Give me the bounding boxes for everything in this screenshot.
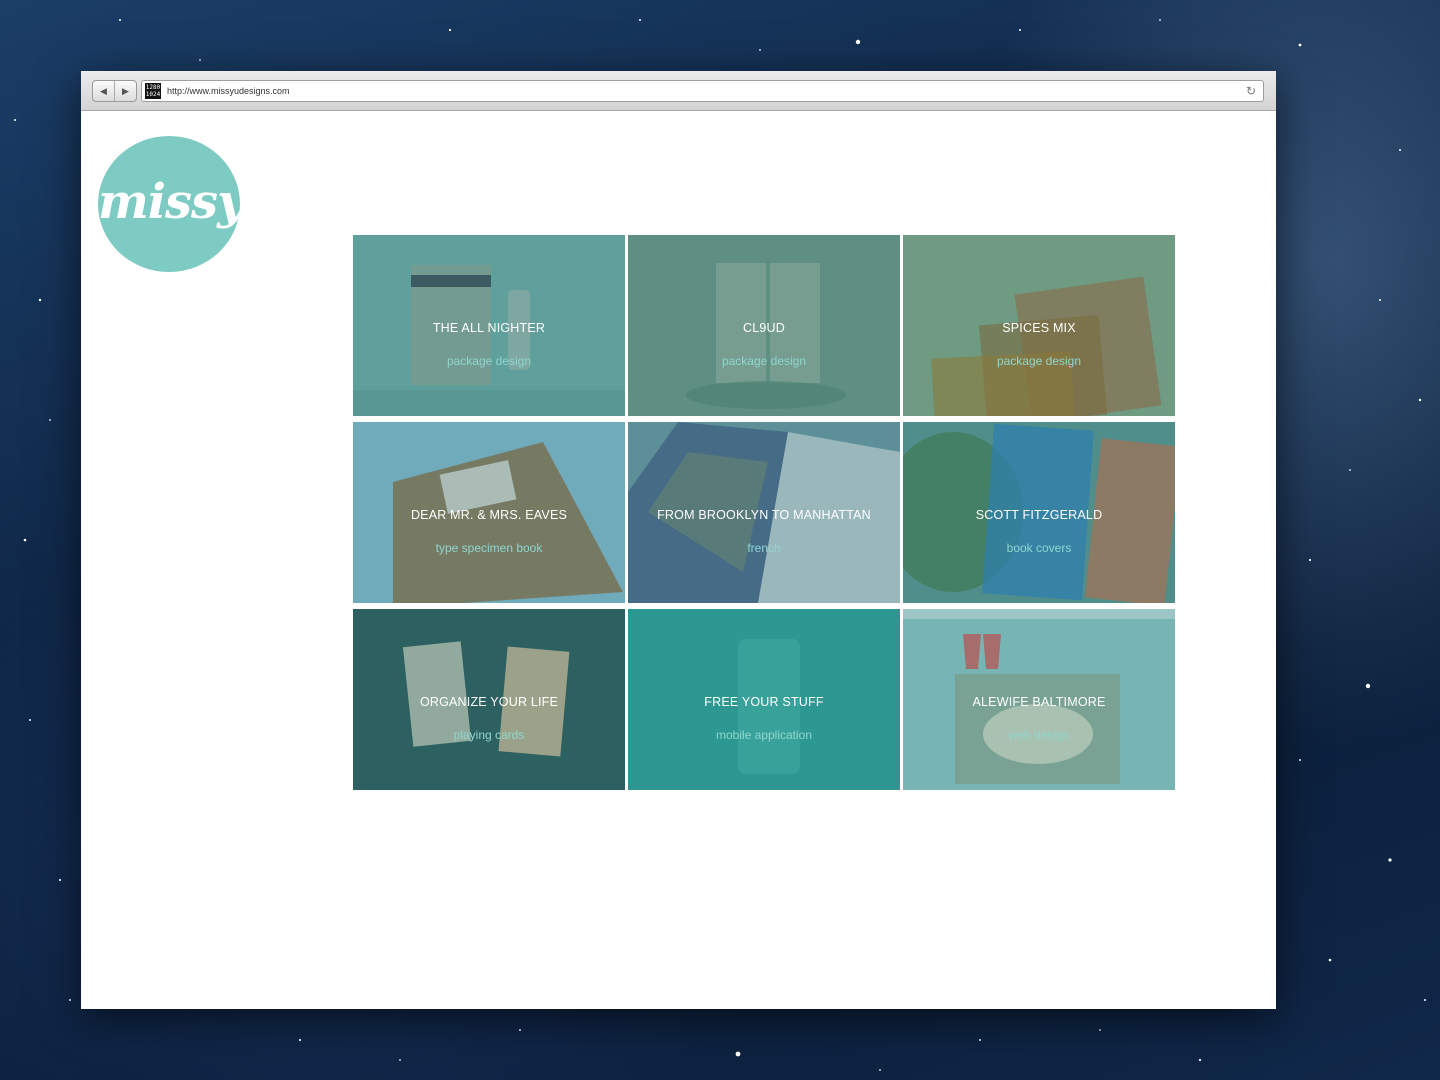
project-category: type specimen book	[435, 541, 543, 555]
project-category: french	[747, 541, 781, 555]
project-category: package design	[446, 354, 532, 368]
browser-window: ◀ ▶ 1280 1024 http://www.missyudesigns.c…	[81, 71, 1276, 1009]
browser-toolbar: ◀ ▶ 1280 1024 http://www.missyudesigns.c…	[81, 71, 1276, 111]
project-tile-free-your-stuff[interactable]: FREE YOUR STUFF mobile application	[628, 609, 900, 790]
project-tile-spices-mix[interactable]: SPICES MIX package design	[903, 235, 1175, 416]
project-tile-scott-fitzgerald[interactable]: SCOTT FITZGERALD book covers	[903, 422, 1175, 603]
project-title: SPICES MIX	[1002, 321, 1076, 335]
project-tile-cl9ud[interactable]: CL9UD package design	[628, 235, 900, 416]
reload-icon[interactable]: ↻	[1243, 84, 1259, 98]
project-category: mobile application	[715, 728, 813, 742]
favicon-text-bottom: 1024	[145, 91, 161, 98]
project-category: book covers	[1006, 541, 1072, 555]
project-tile-brooklyn-manhattan[interactable]: FROM BROOKLYN TO MANHATTAN french	[628, 422, 900, 603]
page-content: missyu THE ALL NIGHTER package design	[81, 111, 1276, 1009]
project-title: ORGANIZE YOUR LIFE	[419, 695, 559, 709]
project-tile-mr-mrs-eaves[interactable]: DEAR MR. & MRS. EAVES type specimen book	[353, 422, 625, 603]
project-title: THE ALL NIGHTER	[432, 321, 546, 335]
project-title: FREE YOUR STUFF	[704, 695, 824, 709]
url-text[interactable]: http://www.missyudesigns.com	[167, 86, 1243, 96]
back-icon[interactable]: ◀	[93, 81, 114, 101]
address-bar[interactable]: 1280 1024 http://www.missyudesigns.com ↻	[141, 80, 1264, 102]
project-tile-all-nighter[interactable]: THE ALL NIGHTER package design	[353, 235, 625, 416]
portfolio-grid: THE ALL NIGHTER package design CL9UD pac…	[353, 235, 1175, 791]
project-category: package design	[721, 354, 807, 368]
project-tile-organize-your-life[interactable]: ORGANIZE YOUR LIFE playing cards	[353, 609, 625, 790]
forward-icon[interactable]: ▶	[114, 81, 136, 101]
nav-buttons: ◀ ▶	[92, 80, 137, 102]
project-tile-alewife-baltimore[interactable]: ALEWIFE BALTIMORE web design	[903, 609, 1175, 790]
project-category: web design	[1008, 728, 1070, 742]
project-title: ALEWIFE BALTIMORE	[972, 695, 1106, 709]
favicon-text-top: 1280	[145, 84, 161, 91]
site-logo[interactable]: missyu	[98, 136, 240, 272]
favicon-icon: 1280 1024	[145, 83, 161, 99]
logo-text: missyu	[98, 174, 240, 230]
project-category: playing cards	[453, 728, 525, 742]
project-category: package design	[996, 354, 1082, 368]
project-title: DEAR MR. & MRS. EAVES	[410, 508, 568, 522]
project-title: SCOTT FITZGERALD	[975, 508, 1103, 522]
project-title: FROM BROOKLYN TO MANHATTAN	[657, 508, 871, 522]
project-title: CL9UD	[743, 321, 785, 335]
